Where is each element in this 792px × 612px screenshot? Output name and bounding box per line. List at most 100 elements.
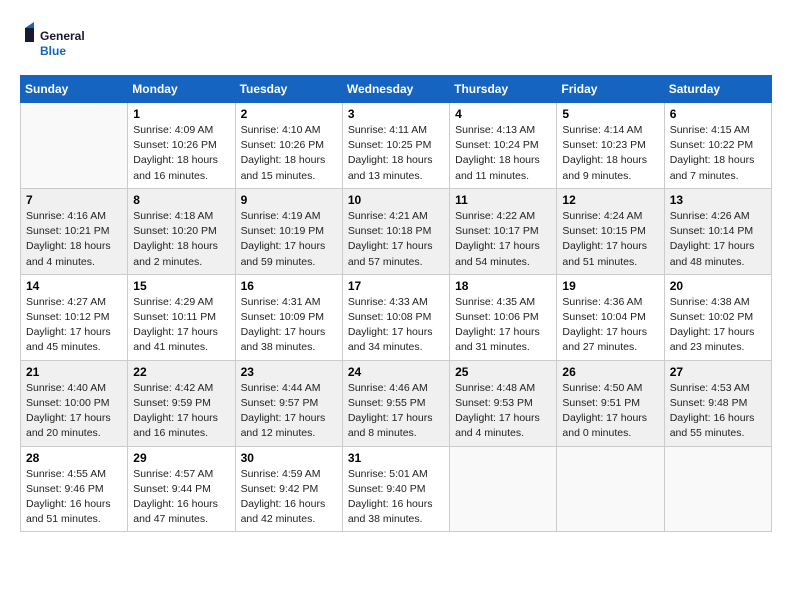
day-number: 9 (241, 193, 337, 207)
calendar-week-row: 1Sunrise: 4:09 AMSunset: 10:26 PMDayligh… (21, 103, 772, 189)
calendar-cell: 13 Sunrise: 4:26 AMSunset: 10:14 PMDaylig… (664, 188, 771, 274)
day-info: Sunrise: 4:35 AMSunset: 10:06 PMDaylight… (455, 295, 551, 356)
svg-text:General: General (40, 29, 85, 43)
day-number: 24 (348, 365, 444, 379)
day-info: Sunrise: 4:50 AMSunset: 9:51 PMDaylight:… (562, 381, 658, 442)
calendar-cell: 28 Sunrise: 4:55 AMSunset: 9:46 PMDayligh… (21, 446, 128, 532)
day-info: Sunrise: 4:26 AMSunset: 10:14 PMDaylight… (670, 209, 766, 270)
day-number: 21 (26, 365, 122, 379)
calendar-cell: 7Sunrise: 4:16 AMSunset: 10:21 PMDayligh… (21, 188, 128, 274)
day-number: 29 (133, 451, 229, 465)
day-number: 15 (133, 279, 229, 293)
day-info: Sunrise: 4:36 AMSunset: 10:04 PMDaylight… (562, 295, 658, 356)
calendar-cell (557, 446, 664, 532)
day-number: 12 (562, 193, 658, 207)
weekday-header-friday: Friday (557, 76, 664, 103)
calendar-cell: 2 Sunrise: 4:10 AMSunset: 10:26 PMDayligh… (235, 103, 342, 189)
logo-svg: General Blue (20, 20, 90, 65)
day-number: 31 (348, 451, 444, 465)
weekday-header-saturday: Saturday (664, 76, 771, 103)
calendar-cell: 1Sunrise: 4:09 AMSunset: 10:26 PMDayligh… (128, 103, 235, 189)
calendar-week-row: 28 Sunrise: 4:55 AMSunset: 9:46 PMDayligh… (21, 446, 772, 532)
day-info: Sunrise: 4:48 AMSunset: 9:53 PMDaylight:… (455, 381, 551, 442)
calendar-cell (450, 446, 557, 532)
calendar-cell: 23 Sunrise: 4:44 AMSunset: 9:57 PMDayligh… (235, 360, 342, 446)
day-info: Sunrise: 4:10 AMSunset: 10:26 PMDaylight… (241, 123, 337, 184)
calendar-cell: 10 Sunrise: 4:21 AMSunset: 10:18 PMDaylig… (342, 188, 449, 274)
day-info: Sunrise: 4:46 AMSunset: 9:55 PMDaylight:… (348, 381, 444, 442)
day-number: 19 (562, 279, 658, 293)
day-number: 5 (562, 107, 658, 121)
day-number: 27 (670, 365, 766, 379)
day-info: Sunrise: 4:55 AMSunset: 9:46 PMDaylight:… (26, 467, 122, 528)
day-number: 23 (241, 365, 337, 379)
page-header: General Blue (20, 20, 772, 65)
day-number: 26 (562, 365, 658, 379)
calendar-cell: 20 Sunrise: 4:38 AMSunset: 10:02 PMDaylig… (664, 274, 771, 360)
calendar-cell: 6 Sunrise: 4:15 AMSunset: 10:22 PMDayligh… (664, 103, 771, 189)
day-number: 6 (670, 107, 766, 121)
calendar-cell: 30 Sunrise: 4:59 AMSunset: 9:42 PMDayligh… (235, 446, 342, 532)
calendar-cell: 3 Sunrise: 4:11 AMSunset: 10:25 PMDayligh… (342, 103, 449, 189)
day-info: Sunrise: 4:21 AMSunset: 10:18 PMDaylight… (348, 209, 444, 270)
day-info: Sunrise: 4:40 AMSunset: 10:00 PMDaylight… (26, 381, 122, 442)
day-info: Sunrise: 4:19 AMSunset: 10:19 PMDaylight… (241, 209, 337, 270)
day-number: 1 (133, 107, 229, 121)
day-info: Sunrise: 4:59 AMSunset: 9:42 PMDaylight:… (241, 467, 337, 528)
day-info: Sunrise: 5:01 AMSunset: 9:40 PMDaylight:… (348, 467, 444, 528)
weekday-header-thursday: Thursday (450, 76, 557, 103)
day-info: Sunrise: 4:11 AMSunset: 10:25 PMDaylight… (348, 123, 444, 184)
day-info: Sunrise: 4:15 AMSunset: 10:22 PMDaylight… (670, 123, 766, 184)
day-info: Sunrise: 4:44 AMSunset: 9:57 PMDaylight:… (241, 381, 337, 442)
day-number: 30 (241, 451, 337, 465)
weekday-header-monday: Monday (128, 76, 235, 103)
calendar-cell: 24 Sunrise: 4:46 AMSunset: 9:55 PMDayligh… (342, 360, 449, 446)
calendar-cell: 18 Sunrise: 4:35 AMSunset: 10:06 PMDaylig… (450, 274, 557, 360)
day-number: 3 (348, 107, 444, 121)
day-info: Sunrise: 4:27 AMSunset: 10:12 PMDaylight… (26, 295, 122, 356)
day-number: 10 (348, 193, 444, 207)
day-number: 17 (348, 279, 444, 293)
calendar-cell: 26 Sunrise: 4:50 AMSunset: 9:51 PMDayligh… (557, 360, 664, 446)
day-info: Sunrise: 4:38 AMSunset: 10:02 PMDaylight… (670, 295, 766, 356)
calendar-table: SundayMondayTuesdayWednesdayThursdayFrid… (20, 75, 772, 532)
calendar-cell: 4Sunrise: 4:13 AMSunset: 10:24 PMDayligh… (450, 103, 557, 189)
weekday-header-tuesday: Tuesday (235, 76, 342, 103)
calendar-cell: 8Sunrise: 4:18 AMSunset: 10:20 PMDayligh… (128, 188, 235, 274)
calendar-cell: 21 Sunrise: 4:40 AMSunset: 10:00 PMDaylig… (21, 360, 128, 446)
weekday-header-wednesday: Wednesday (342, 76, 449, 103)
day-number: 2 (241, 107, 337, 121)
day-info: Sunrise: 4:24 AMSunset: 10:15 PMDaylight… (562, 209, 658, 270)
day-number: 22 (133, 365, 229, 379)
day-number: 16 (241, 279, 337, 293)
day-number: 18 (455, 279, 551, 293)
day-info: Sunrise: 4:29 AMSunset: 10:11 PMDaylight… (133, 295, 229, 356)
calendar-week-row: 7Sunrise: 4:16 AMSunset: 10:21 PMDayligh… (21, 188, 772, 274)
calendar-cell: 9 Sunrise: 4:19 AMSunset: 10:19 PMDayligh… (235, 188, 342, 274)
day-number: 7 (26, 193, 122, 207)
day-number: 8 (133, 193, 229, 207)
calendar-cell: 16 Sunrise: 4:31 AMSunset: 10:09 PMDaylig… (235, 274, 342, 360)
calendar-cell: 12 Sunrise: 4:24 AMSunset: 10:15 PMDaylig… (557, 188, 664, 274)
calendar-week-row: 14 Sunrise: 4:27 AMSunset: 10:12 PMDaylig… (21, 274, 772, 360)
calendar-cell: 14 Sunrise: 4:27 AMSunset: 10:12 PMDaylig… (21, 274, 128, 360)
logo: General Blue (20, 20, 90, 65)
calendar-cell: 25 Sunrise: 4:48 AMSunset: 9:53 PMDayligh… (450, 360, 557, 446)
day-number: 20 (670, 279, 766, 293)
day-number: 28 (26, 451, 122, 465)
calendar-cell: 29Sunrise: 4:57 AMSunset: 9:44 PMDayligh… (128, 446, 235, 532)
day-info: Sunrise: 4:42 AMSunset: 9:59 PMDaylight:… (133, 381, 229, 442)
day-number: 25 (455, 365, 551, 379)
calendar-cell: 19 Sunrise: 4:36 AMSunset: 10:04 PMDaylig… (557, 274, 664, 360)
calendar-cell: 27Sunrise: 4:53 AMSunset: 9:48 PMDayligh… (664, 360, 771, 446)
calendar-cell (21, 103, 128, 189)
day-info: Sunrise: 4:22 AMSunset: 10:17 PMDaylight… (455, 209, 551, 270)
day-number: 14 (26, 279, 122, 293)
day-number: 11 (455, 193, 551, 207)
day-number: 13 (670, 193, 766, 207)
day-info: Sunrise: 4:13 AMSunset: 10:24 PMDaylight… (455, 123, 551, 184)
weekday-header-row: SundayMondayTuesdayWednesdayThursdayFrid… (21, 76, 772, 103)
calendar-cell: 17Sunrise: 4:33 AMSunset: 10:08 PMDaylig… (342, 274, 449, 360)
day-info: Sunrise: 4:31 AMSunset: 10:09 PMDaylight… (241, 295, 337, 356)
calendar-cell: 31 Sunrise: 5:01 AMSunset: 9:40 PMDayligh… (342, 446, 449, 532)
